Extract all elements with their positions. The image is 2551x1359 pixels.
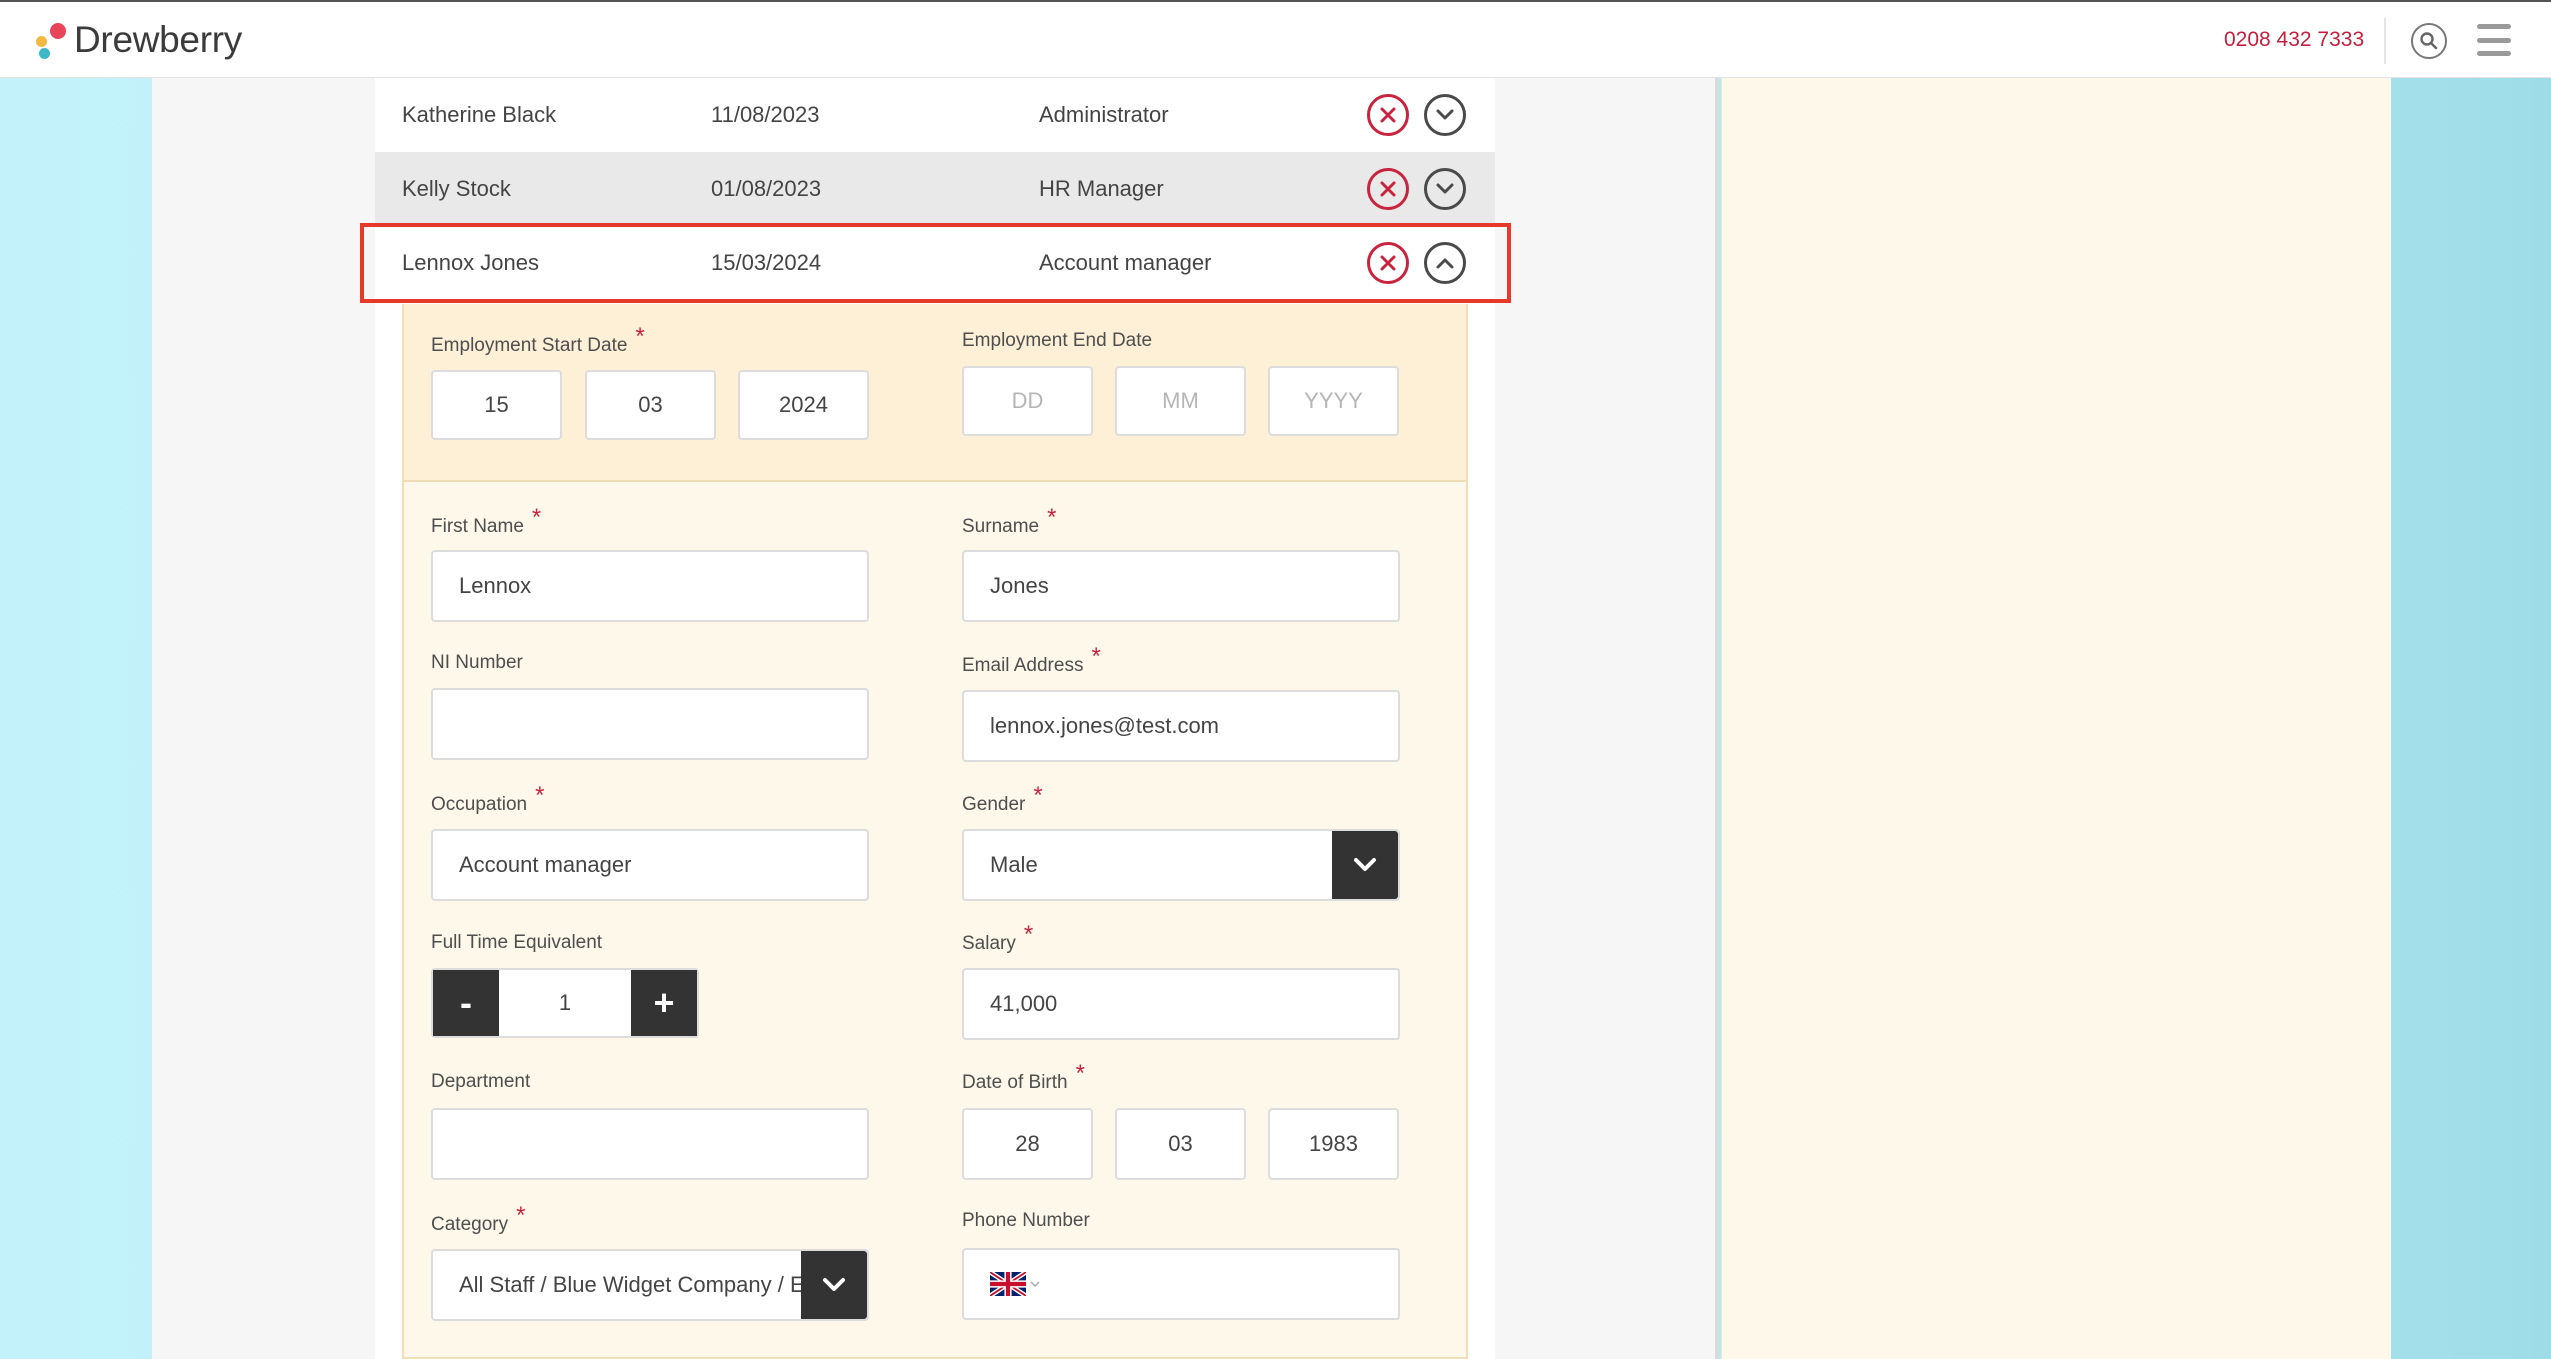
department-input[interactable] — [431, 1108, 869, 1180]
remove-employee-button[interactable] — [1367, 94, 1409, 136]
brand-name: Drewberry — [74, 19, 242, 60]
ni-number-input[interactable] — [431, 688, 869, 760]
close-icon — [1380, 181, 1396, 197]
chevron-down-icon — [1354, 858, 1376, 871]
email-label: Email Address * — [962, 643, 1101, 676]
employee-role: HR Manager — [1039, 176, 1164, 201]
header-divider — [2384, 18, 2386, 64]
uk-flag-icon — [990, 1272, 1026, 1296]
occupation-label: Occupation * — [431, 782, 545, 815]
chevron-down-icon — [823, 1278, 845, 1291]
surname-label: Surname * — [962, 504, 1057, 537]
phone-number-label: Phone Number — [962, 1210, 1090, 1231]
salary-input[interactable]: 41,000 — [962, 968, 1400, 1040]
first-name-input[interactable]: Lennox — [431, 550, 869, 622]
gender-selected-value: Male — [990, 852, 1038, 877]
chevron-down-icon — [1030, 1281, 1040, 1288]
hamburger-menu-icon[interactable] — [2477, 24, 2511, 56]
fte-value[interactable]: 1 — [499, 970, 631, 1036]
dob-month-input[interactable]: 03 — [1115, 1108, 1246, 1180]
start-date-label: Employment Start Date * — [431, 323, 645, 356]
end-date-day-input[interactable]: DD — [962, 366, 1093, 436]
end-date-label: Employment End Date — [962, 330, 1153, 351]
employee-edit-form: Employment Start Date * 15 03 2024 Employ… — [402, 304, 1468, 1359]
right-side-panel — [1721, 78, 2391, 1359]
search-button[interactable] — [2411, 23, 2447, 59]
search-icon — [2420, 32, 2438, 50]
ni-number-label: NI Number — [431, 652, 523, 673]
expand-employee-button[interactable] — [1424, 94, 1466, 136]
expand-employee-button[interactable] — [1424, 168, 1466, 210]
employee-row[interactable]: Katherine Black 11/08/2023 Administrator — [375, 78, 1495, 152]
date-of-birth-label: Date of Birth * — [962, 1060, 1085, 1093]
start-date-year-input[interactable]: 2024 — [738, 370, 869, 440]
category-selected-value: All Staff / Blue Widget Company / EC — [459, 1272, 821, 1297]
gender-dropdown-toggle[interactable] — [1332, 831, 1398, 899]
end-date-year-input[interactable]: YYYY — [1268, 366, 1399, 436]
employee-name: Katherine Black — [402, 102, 557, 127]
fte-decrement-button[interactable]: - — [433, 970, 499, 1036]
employee-name: Kelly Stock — [402, 176, 511, 201]
occupation-input[interactable]: Account manager — [431, 829, 869, 901]
employee-start-date: 01/08/2023 — [711, 176, 822, 201]
email-input[interactable]: lennox.jones@test.com — [962, 690, 1400, 762]
fte-label: Full Time Equivalent — [431, 932, 603, 953]
selected-row-highlight — [360, 223, 1511, 303]
employee-start-date: 11/08/2023 — [711, 102, 820, 127]
salary-label: Salary * — [962, 921, 1034, 954]
fte-increment-button[interactable]: + — [631, 970, 697, 1036]
category-dropdown-toggle[interactable] — [801, 1251, 867, 1319]
chevron-down-icon — [1436, 183, 1454, 194]
remove-employee-button[interactable] — [1367, 168, 1409, 210]
category-select[interactable]: All Staff / Blue Widget Company / EC — [431, 1249, 869, 1321]
top-navigation-bar: Drewberry 0208 432 7333 — [0, 0, 2551, 78]
employee-role: Administrator — [1039, 102, 1169, 127]
gender-select[interactable]: Male — [962, 829, 1400, 901]
fte-stepper: - 1 + — [431, 968, 699, 1038]
first-name-label: First Name * — [431, 504, 542, 537]
department-label: Department — [431, 1071, 531, 1092]
end-date-month-input[interactable]: MM — [1115, 366, 1246, 436]
country-code-selector[interactable] — [990, 1272, 1040, 1296]
gender-label: Gender * — [962, 782, 1043, 815]
logo-dots-icon — [32, 20, 72, 60]
close-icon — [1380, 107, 1396, 123]
dob-year-input[interactable]: 1983 — [1268, 1108, 1399, 1180]
dob-day-input[interactable]: 28 — [962, 1108, 1093, 1180]
chevron-down-icon — [1436, 109, 1454, 120]
phone-link[interactable]: 0208 432 7333 — [2224, 28, 2364, 52]
start-date-month-input[interactable]: 03 — [585, 370, 716, 440]
employee-row[interactable]: Kelly Stock 01/08/2023 HR Manager — [375, 152, 1495, 226]
category-label: Category * — [431, 1202, 526, 1235]
phone-number-input[interactable] — [962, 1248, 1400, 1320]
brand-logo[interactable]: Drewberry — [32, 18, 242, 62]
surname-input[interactable]: Jones — [962, 550, 1400, 622]
start-date-day-input[interactable]: 15 — [431, 370, 562, 440]
